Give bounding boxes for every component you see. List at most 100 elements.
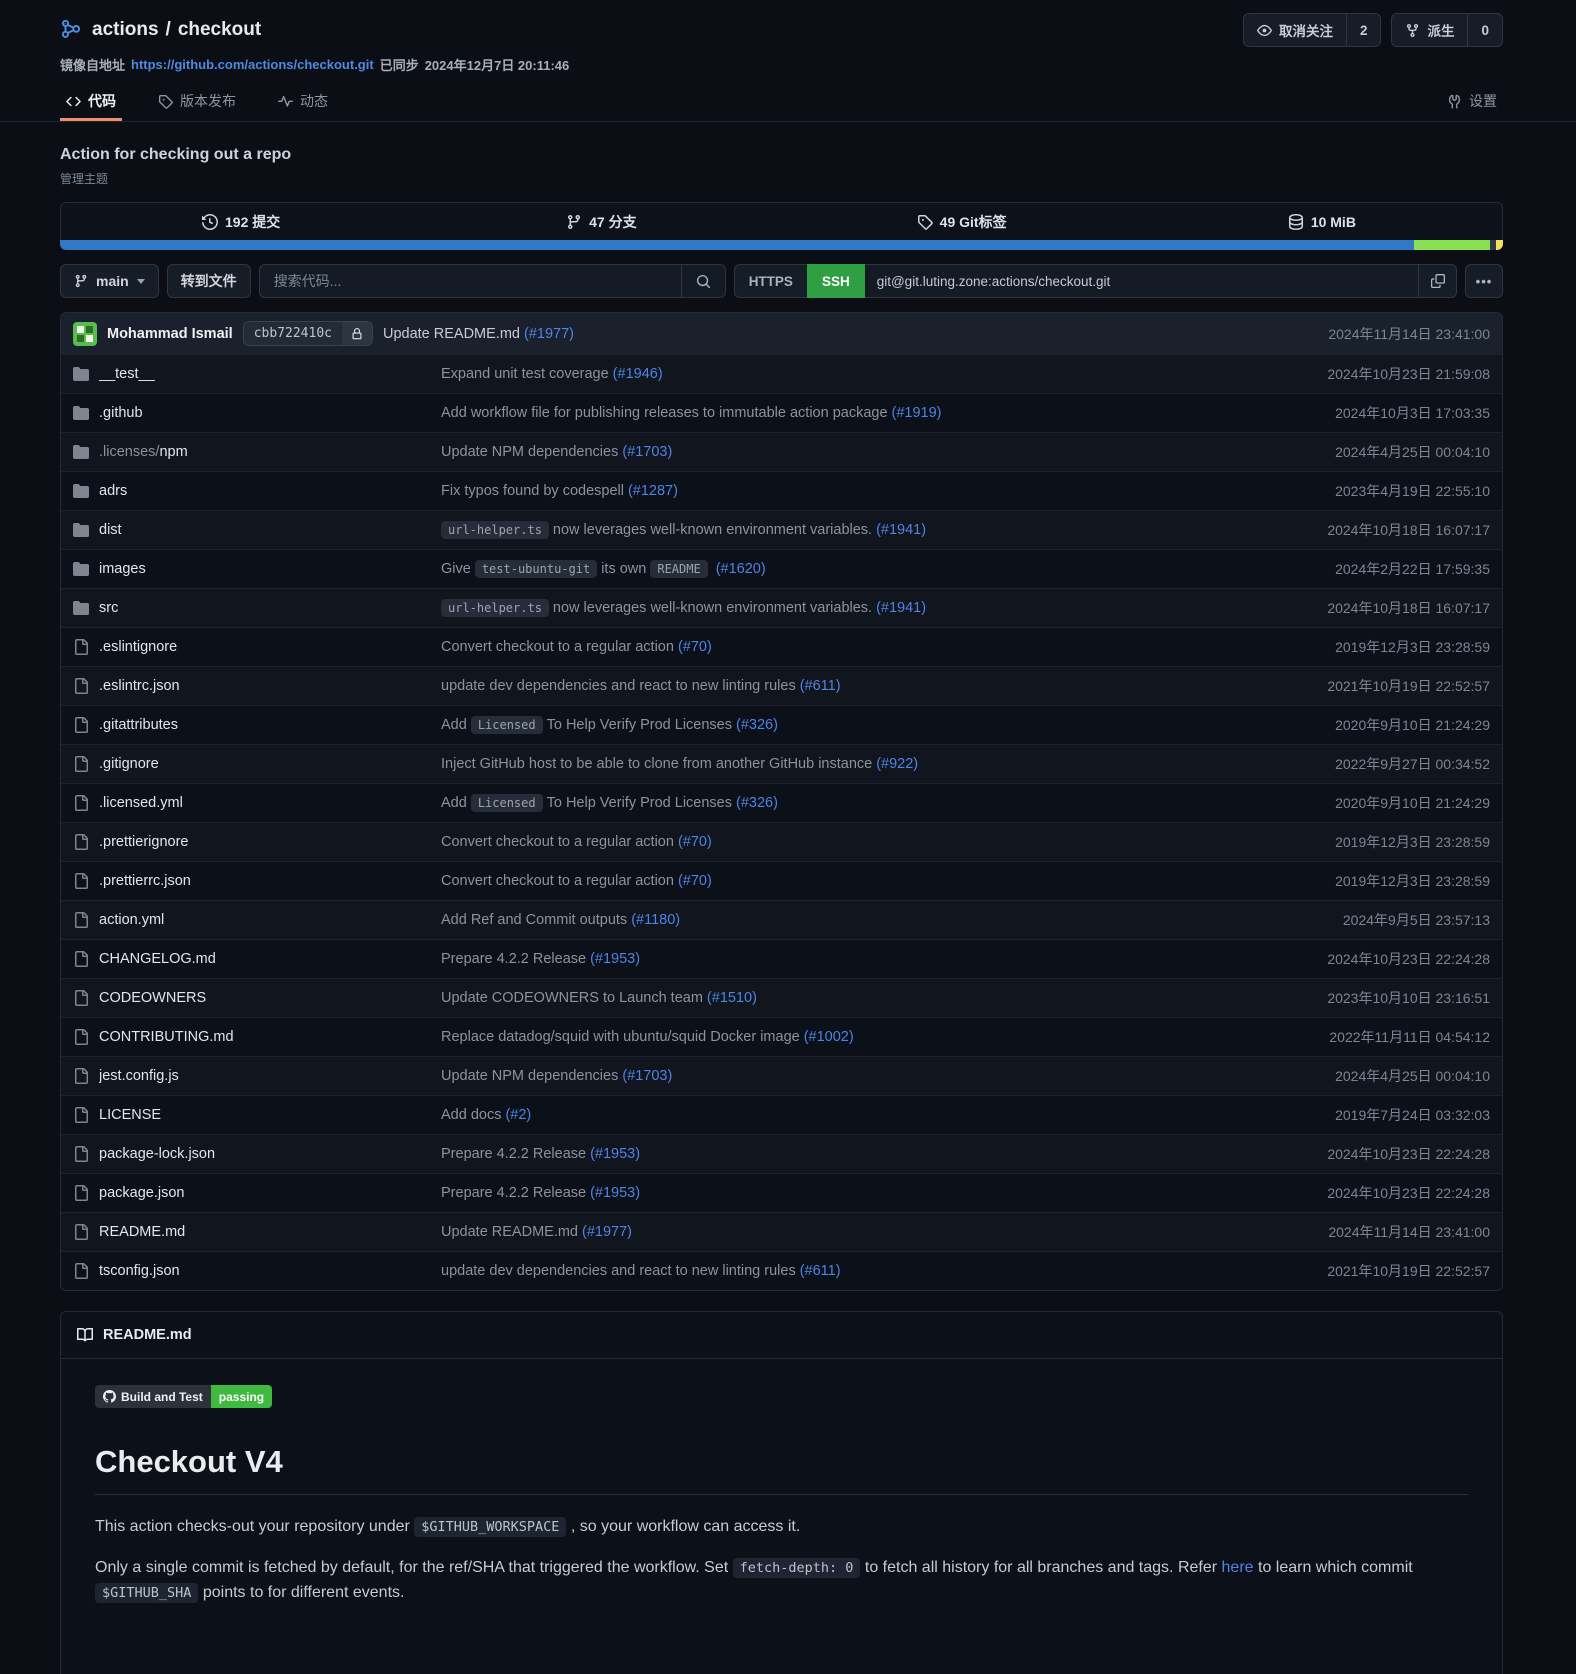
- tab-code[interactable]: 代码: [60, 84, 122, 121]
- avatar[interactable]: [73, 322, 97, 346]
- file-name-link[interactable]: .gitattributes: [99, 717, 178, 733]
- issue-link[interactable]: (#1703): [622, 444, 672, 460]
- issue-link[interactable]: (#70): [678, 834, 712, 850]
- file-icon: [73, 990, 89, 1006]
- file-name-link[interactable]: adrs: [99, 483, 127, 499]
- issue-link[interactable]: (#1002): [804, 1029, 854, 1045]
- tab-activity[interactable]: 动态: [272, 84, 334, 121]
- file-name-link[interactable]: CODEOWNERS: [99, 990, 206, 1006]
- file-name-link[interactable]: package-lock.json: [99, 1146, 215, 1162]
- file-name-link[interactable]: .gitignore: [99, 756, 159, 772]
- ssh-button[interactable]: SSH: [807, 264, 865, 298]
- issue-link[interactable]: (#1287): [628, 483, 678, 499]
- issue-link[interactable]: (#922): [876, 756, 918, 772]
- tab-releases[interactable]: 版本发布: [152, 84, 242, 121]
- more-options-button[interactable]: •••: [1465, 264, 1503, 298]
- issue-link[interactable]: (#1953): [590, 951, 640, 967]
- file-name-link[interactable]: tsconfig.json: [99, 1263, 180, 1279]
- repo-name-link[interactable]: checkout: [178, 19, 261, 41]
- unwatch-button[interactable]: 取消关注: [1244, 14, 1346, 46]
- file-name-link[interactable]: action.yml: [99, 912, 164, 928]
- text-fragment: To Help Verify Prod Licenses: [547, 795, 732, 811]
- file-name-link[interactable]: jest.config.js: [99, 1068, 179, 1084]
- branch-selector[interactable]: main: [60, 264, 159, 298]
- file-name-link[interactable]: CHANGELOG.md: [99, 951, 216, 967]
- commit-sha[interactable]: cbb722410c: [244, 322, 342, 345]
- goto-file-label: 转到文件: [181, 271, 237, 291]
- file-name-link[interactable]: CONTRIBUTING.md: [99, 1029, 234, 1045]
- commit-sha-pill[interactable]: cbb722410c: [243, 321, 373, 346]
- file-name: LICENSE: [99, 1107, 161, 1123]
- issue-link[interactable]: (#2): [505, 1107, 531, 1123]
- badge-status: passing: [211, 1385, 272, 1408]
- issue-link[interactable]: (#1977): [524, 326, 574, 342]
- build-status-badge[interactable]: Build and Test passing: [95, 1385, 272, 1408]
- text-fragment: Convert checkout to a regular action: [441, 834, 674, 850]
- file-name-link[interactable]: __test__: [99, 366, 155, 382]
- issue-link[interactable]: (#70): [678, 873, 712, 889]
- issue-link[interactable]: (#70): [678, 639, 712, 655]
- mirror-url-link[interactable]: https://github.com/actions/checkout.git: [131, 57, 374, 72]
- fork-button[interactable]: 派生: [1392, 14, 1467, 46]
- issue-link[interactable]: (#1510): [707, 990, 757, 1006]
- issue-link[interactable]: here: [1222, 1559, 1254, 1576]
- stat-branches[interactable]: 47 分支: [421, 203, 781, 240]
- issue-link[interactable]: (#1180): [631, 912, 680, 928]
- search-input[interactable]: [260, 265, 681, 297]
- tabs-bar: 代码 版本发布 动态 设置: [0, 84, 1576, 122]
- goto-file-button[interactable]: 转到文件: [167, 264, 251, 298]
- file-name-link[interactable]: package.json: [99, 1185, 184, 1201]
- code-search: [259, 264, 726, 298]
- file-name-link[interactable]: dist: [99, 522, 122, 538]
- issue-link[interactable]: (#1953): [590, 1146, 640, 1162]
- forks-count[interactable]: 0: [1467, 14, 1502, 46]
- file-name-link[interactable]: .prettierrc.json: [99, 873, 191, 889]
- copy-url-button[interactable]: [1419, 264, 1457, 298]
- file-name-link[interactable]: .licenses/npm: [99, 444, 188, 460]
- issue-link[interactable]: (#1977): [582, 1224, 632, 1240]
- clone-url-input[interactable]: [865, 264, 1419, 298]
- commit-message: Add workflow file for publishing release…: [441, 405, 1323, 421]
- issue-link[interactable]: (#326): [736, 717, 778, 733]
- file-name-link[interactable]: .eslintrc.json: [99, 678, 180, 694]
- file-name-link[interactable]: .eslintignore: [99, 639, 177, 655]
- file-browser-panel: Mohammad Ismail cbb722410c Update README…: [60, 312, 1503, 1291]
- issue-link[interactable]: (#326): [736, 795, 778, 811]
- file-icon: [73, 1068, 89, 1084]
- issue-link[interactable]: (#1946): [613, 366, 663, 382]
- badge-label: Build and Test: [121, 1390, 203, 1404]
- search-button[interactable]: [681, 265, 725, 297]
- issue-link[interactable]: (#1941): [876, 522, 926, 538]
- manage-topics-button[interactable]: 管理主题: [60, 170, 108, 187]
- https-button[interactable]: HTTPS: [734, 264, 808, 298]
- path-prefix[interactable]: .licenses/: [99, 444, 159, 460]
- file-name-link[interactable]: README.md: [99, 1224, 185, 1240]
- readme-paragraphs: This action checks-out your repository u…: [95, 1515, 1468, 1605]
- issue-link[interactable]: (#1919): [892, 405, 942, 421]
- tab-settings[interactable]: 设置: [1441, 84, 1503, 121]
- table-row: CODEOWNERS Update CODEOWNERS to Launch t…: [61, 978, 1502, 1017]
- file-name-link[interactable]: .licensed.yml: [99, 795, 183, 811]
- issue-link[interactable]: (#611): [800, 1263, 841, 1279]
- issue-link[interactable]: (#611): [800, 678, 841, 694]
- file-name-link[interactable]: .github: [99, 405, 143, 421]
- issue-link[interactable]: (#1941): [876, 600, 926, 616]
- stat-commits[interactable]: 192 提交: [61, 203, 421, 240]
- issue-link[interactable]: (#1703): [622, 1068, 672, 1084]
- file-name-link[interactable]: src: [99, 600, 118, 616]
- issue-link[interactable]: (#1953): [590, 1185, 640, 1201]
- issue-link[interactable]: (#1620): [716, 561, 766, 577]
- table-row: .licensed.yml Add Licensed To Help Verif…: [61, 783, 1502, 822]
- watchers-count[interactable]: 2: [1346, 14, 1381, 46]
- stat-tags[interactable]: 49 Git标签: [782, 203, 1142, 240]
- stat-size[interactable]: 10 MiB: [1142, 203, 1502, 240]
- file-name-link[interactable]: .prettierignore: [99, 834, 188, 850]
- commit-message: Expand unit test coverage (#1946): [441, 366, 1315, 382]
- commit-date: 2019年12月3日 23:28:59: [1335, 637, 1490, 657]
- repo-owner-link[interactable]: actions: [92, 19, 159, 41]
- text-fragment: Expand unit test coverage: [441, 366, 609, 382]
- file-name-link[interactable]: LICENSE: [99, 1107, 161, 1123]
- file-name-link[interactable]: images: [99, 561, 146, 577]
- table-row: __test__ Expand unit test coverage (#194…: [61, 354, 1502, 393]
- commit-author-link[interactable]: Mohammad Ismail: [107, 326, 233, 342]
